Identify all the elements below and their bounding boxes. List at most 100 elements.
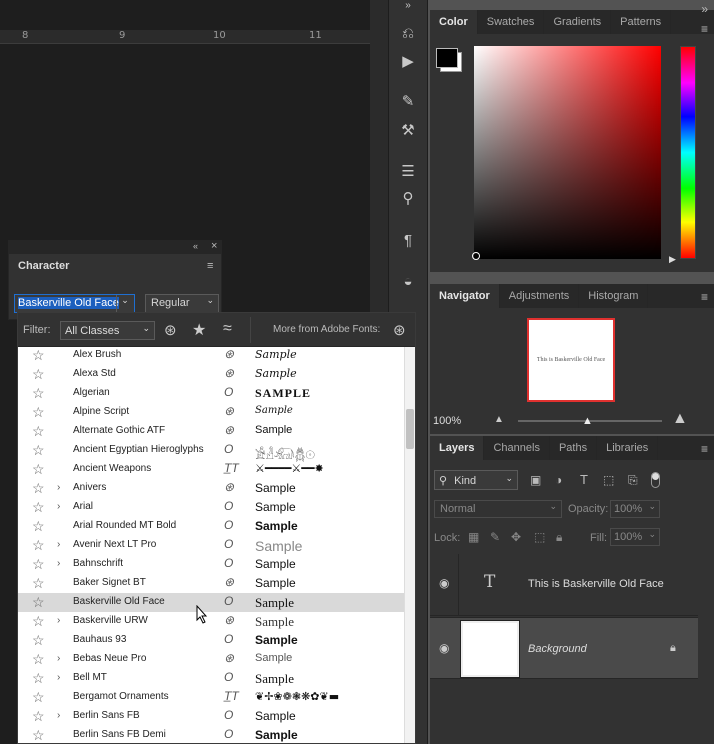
tab-swatches[interactable]: Swatches	[478, 10, 545, 34]
fill-field[interactable]: 100% ⌄	[610, 528, 660, 546]
font-list-item[interactable]: ☆ Algerian O SAMPLE	[18, 384, 404, 403]
font-list-item[interactable]: ☆ › Anivers ⊛ Sample	[18, 479, 404, 498]
favorite-star-icon[interactable]: ☆	[32, 499, 45, 516]
zoom-slider-handle[interactable]: ▲	[582, 415, 593, 427]
color-picker-marker[interactable]	[472, 252, 480, 260]
favorite-star-icon[interactable]: ☆	[32, 518, 45, 535]
font-list-item[interactable]: ☆ Alpine Script ⊛ Sample	[18, 403, 404, 422]
panel-menu-icon[interactable]: ≡	[701, 290, 708, 304]
shape-layer-filter-icon[interactable]: ⬚	[603, 473, 614, 487]
expand-chevron-icon[interactable]: ›	[57, 672, 60, 683]
font-list-item[interactable]: ☆ › Baskerville URW ⊛ Sample	[18, 612, 404, 631]
lock-transparent-icon[interactable]: ▦	[468, 530, 479, 544]
expand-chevron-icon[interactable]: ›	[57, 615, 60, 626]
zoom-value[interactable]: 100%	[433, 415, 461, 427]
panel-menu-icon[interactable]: ≡	[701, 22, 708, 36]
expand-chevron-icon[interactable]: ›	[57, 501, 60, 512]
filter-toggle-switch[interactable]	[651, 472, 660, 488]
font-list-item[interactable]: ☆ Berlin Sans FB Demi O Sample	[18, 726, 404, 743]
tab-gradients[interactable]: Gradients	[544, 10, 612, 34]
similar-fonts-icon[interactable]: ≈	[223, 320, 232, 338]
collapse-arrows-icon[interactable]: «	[193, 241, 198, 251]
zoom-in-icon[interactable]: ▲	[672, 410, 688, 428]
clone-source-icon[interactable]: ⚲	[397, 187, 419, 209]
font-list-item[interactable]: ☆ › Bahnschrift O Sample	[18, 555, 404, 574]
blend-mode-dropdown[interactable]: Normal ⌄	[434, 500, 562, 518]
adjustments-icon[interactable]: ☰	[397, 160, 419, 182]
shapes-icon[interactable]: ◒	[397, 270, 419, 292]
font-family-input[interactable]: Baskerville Old Face	[18, 297, 119, 309]
expand-chevron-icon[interactable]: ›	[57, 539, 60, 550]
favorite-star-icon[interactable]: ☆	[32, 651, 45, 668]
tab-color[interactable]: Color	[430, 10, 478, 34]
chevron-down-icon[interactable]: ⌄	[116, 295, 133, 312]
tab-patterns[interactable]: Patterns	[611, 10, 672, 34]
font-list-item[interactable]: ☆ › Bell MT O Sample	[18, 669, 404, 688]
adjustment-layer-filter-icon[interactable]: ◑	[555, 473, 562, 487]
favorite-star-icon[interactable]: ☆	[32, 613, 45, 630]
font-list-item[interactable]: ☆ Ancient Weapons T̲T ⚔━━━━⚔━━✸	[18, 460, 404, 479]
visibility-eye-icon[interactable]: ◉	[439, 641, 449, 655]
favorite-star-icon[interactable]: ☆	[32, 442, 45, 459]
favorite-star-icon[interactable]: ☆	[32, 385, 45, 402]
favorite-star-icon[interactable]: ☆	[32, 632, 45, 649]
font-list[interactable]: ☆ Alex Brush ⊛ Sample ☆ Alexa Std ⊛ Sample ☆ Alge…	[18, 347, 404, 743]
collapse-arrows-icon[interactable]: »	[397, 0, 419, 11]
favorite-star-icon[interactable]: ☆	[32, 727, 45, 743]
foreground-color-swatch[interactable]	[436, 48, 458, 68]
pixel-layer-filter-icon[interactable]: ▣	[530, 473, 541, 487]
expand-chevron-icon[interactable]: ›	[57, 482, 60, 493]
layer-row-text[interactable]: ◉ T This is Baskerville Old Face	[430, 554, 698, 616]
layer-name[interactable]: This is Baskerville Old Face	[528, 578, 664, 590]
font-list-item[interactable]: ☆ Baskerville Old Face O Sample	[18, 593, 404, 612]
expand-chevron-icon[interactable]: ›	[57, 558, 60, 569]
panel-menu-icon[interactable]: ≡	[701, 442, 708, 456]
font-list-item[interactable]: ☆ Bergamot Ornaments T̲T ❦✢❀❁❃❋✿❦▬	[18, 688, 404, 707]
tab-adjustments[interactable]: Adjustments	[500, 284, 580, 308]
favorite-star-icon[interactable]: ☆	[32, 480, 45, 497]
expand-chevron-icon[interactable]: ›	[57, 653, 60, 664]
font-list-item[interactable]: ☆ Alternate Gothic ATF ⊛ Sample	[18, 422, 404, 441]
lock-all-icon[interactable]: 🔒︎	[556, 530, 562, 545]
layer-name[interactable]: Background	[528, 643, 587, 655]
panel-menu-icon[interactable]: ≡	[207, 260, 213, 272]
layer-row-background[interactable]: ◉ Background 🔒︎	[430, 617, 698, 679]
brushes-icon[interactable]: ⚒	[397, 119, 419, 141]
history-icon[interactable]: ⎌	[397, 22, 419, 44]
favorite-star-icon[interactable]: ☆	[32, 556, 45, 573]
adobe-fonts-cloud-icon[interactable]: ⊛	[393, 321, 406, 339]
tab-channels[interactable]: Channels	[484, 436, 550, 460]
favorites-star-icon[interactable]: ★	[192, 320, 206, 340]
opacity-field[interactable]: 100% ⌄	[610, 500, 660, 518]
tab-histogram[interactable]: Histogram	[579, 284, 649, 308]
hue-slider-handle-icon[interactable]: ▶	[669, 254, 676, 265]
tab-libraries[interactable]: Libraries	[597, 436, 659, 460]
navigator-thumbnail[interactable]: This is Baskerville Old Face	[527, 318, 615, 402]
favorite-star-icon[interactable]: ☆	[32, 537, 45, 554]
favorite-star-icon[interactable]: ☆	[32, 347, 45, 364]
favorite-star-icon[interactable]: ☆	[32, 461, 45, 478]
type-layer-filter-icon[interactable]: T	[580, 472, 588, 487]
font-list-item[interactable]: ☆ Ancient Egyptian Hieroglyphs O 𓀀𓁐𓃰𓆣𓇳	[18, 441, 404, 462]
favorite-star-icon[interactable]: ☆	[32, 423, 45, 440]
close-icon[interactable]: ×	[211, 240, 217, 252]
tab-paths[interactable]: Paths	[550, 436, 598, 460]
actions-play-icon[interactable]: ▶	[397, 50, 419, 72]
font-list-item[interactable]: ☆ Bauhaus 93 O Sample	[18, 631, 404, 650]
visibility-eye-icon[interactable]: ◉	[439, 576, 449, 590]
font-style-dropdown[interactable]: Regular ⌄	[145, 294, 219, 313]
paragraph-icon[interactable]: ¶	[397, 229, 419, 251]
favorite-star-icon[interactable]: ☆	[32, 708, 45, 725]
creative-cloud-filter-icon[interactable]: ⊛	[164, 321, 177, 339]
font-list-item[interactable]: ☆ Alex Brush ⊛ Sample	[18, 347, 404, 365]
lock-position-icon[interactable]: ✥	[511, 530, 521, 544]
tab-navigator[interactable]: Navigator	[430, 284, 500, 308]
font-family-field[interactable]: Baskerville Old Face ⌄	[14, 294, 135, 313]
zoom-out-icon[interactable]: ▲	[494, 414, 504, 425]
font-list-item[interactable]: ☆ › Arial O Sample	[18, 498, 404, 517]
smart-object-filter-icon[interactable]: ⎘	[628, 473, 638, 488]
font-list-item[interactable]: ☆ › Berlin Sans FB O Sample	[18, 707, 404, 726]
favorite-star-icon[interactable]: ☆	[32, 670, 45, 687]
favorite-star-icon[interactable]: ☆	[32, 366, 45, 383]
brush-settings-icon[interactable]: ✎	[397, 90, 419, 112]
